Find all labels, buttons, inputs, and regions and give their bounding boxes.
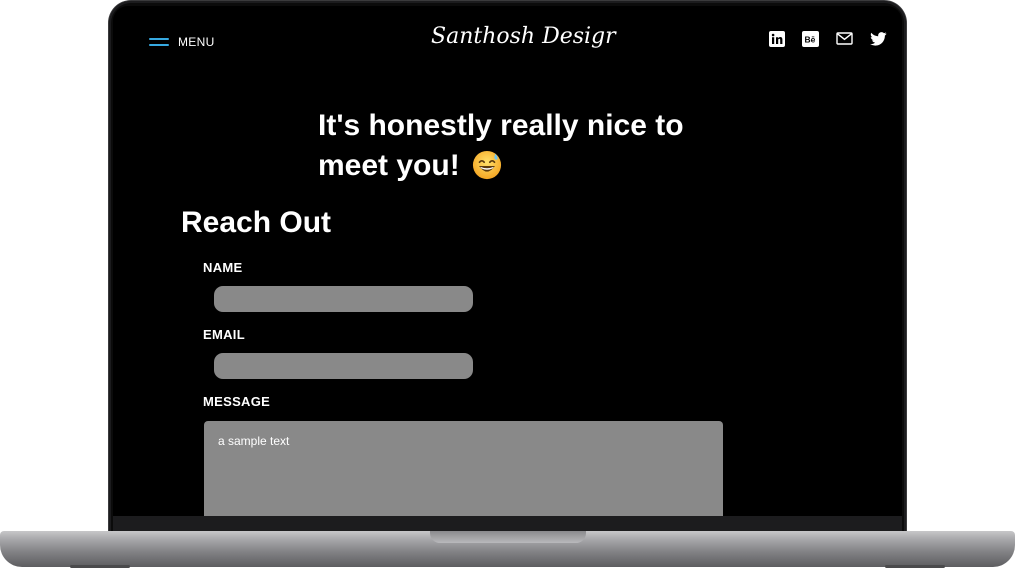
hero-headline: It's honestly really nice to meet you! bbox=[318, 106, 778, 186]
headline-line-1: It's honestly really nice to bbox=[318, 109, 684, 142]
menu-label: MENU bbox=[178, 35, 215, 49]
behance-icon[interactable]: Bē bbox=[802, 30, 819, 47]
message-textarea[interactable]: a sample text bbox=[204, 421, 723, 516]
laptop-mockup: MENU Santhosh Desigr Bē It's honestly re… bbox=[0, 0, 1015, 571]
social-links: Bē bbox=[768, 30, 887, 47]
hamburger-icon bbox=[149, 37, 169, 47]
laptop-opening-notch bbox=[430, 531, 586, 543]
name-input[interactable] bbox=[214, 286, 473, 312]
email-label: EMAIL bbox=[203, 327, 245, 342]
laptop-foot-right bbox=[885, 565, 945, 568]
section-title: Reach Out bbox=[181, 206, 332, 239]
site-logo[interactable]: Santhosh Desigr bbox=[431, 24, 616, 49]
laptop-foot-left bbox=[70, 565, 130, 568]
email-input[interactable] bbox=[214, 353, 473, 379]
screen-bottom-bezel bbox=[113, 516, 902, 532]
message-label: MESSAGE bbox=[203, 394, 271, 409]
laptop-screen: MENU Santhosh Desigr Bē It's honestly re… bbox=[113, 6, 902, 516]
mail-icon[interactable] bbox=[836, 30, 853, 47]
name-label: NAME bbox=[203, 260, 243, 275]
twitter-icon[interactable] bbox=[870, 30, 887, 47]
linkedin-icon[interactable] bbox=[768, 30, 785, 47]
menu-button[interactable]: MENU bbox=[149, 35, 215, 49]
headline-line-2: meet you! bbox=[318, 149, 460, 182]
svg-text:Bē: Bē bbox=[805, 34, 816, 44]
grinning-face-with-sweat-emoji bbox=[472, 150, 502, 180]
